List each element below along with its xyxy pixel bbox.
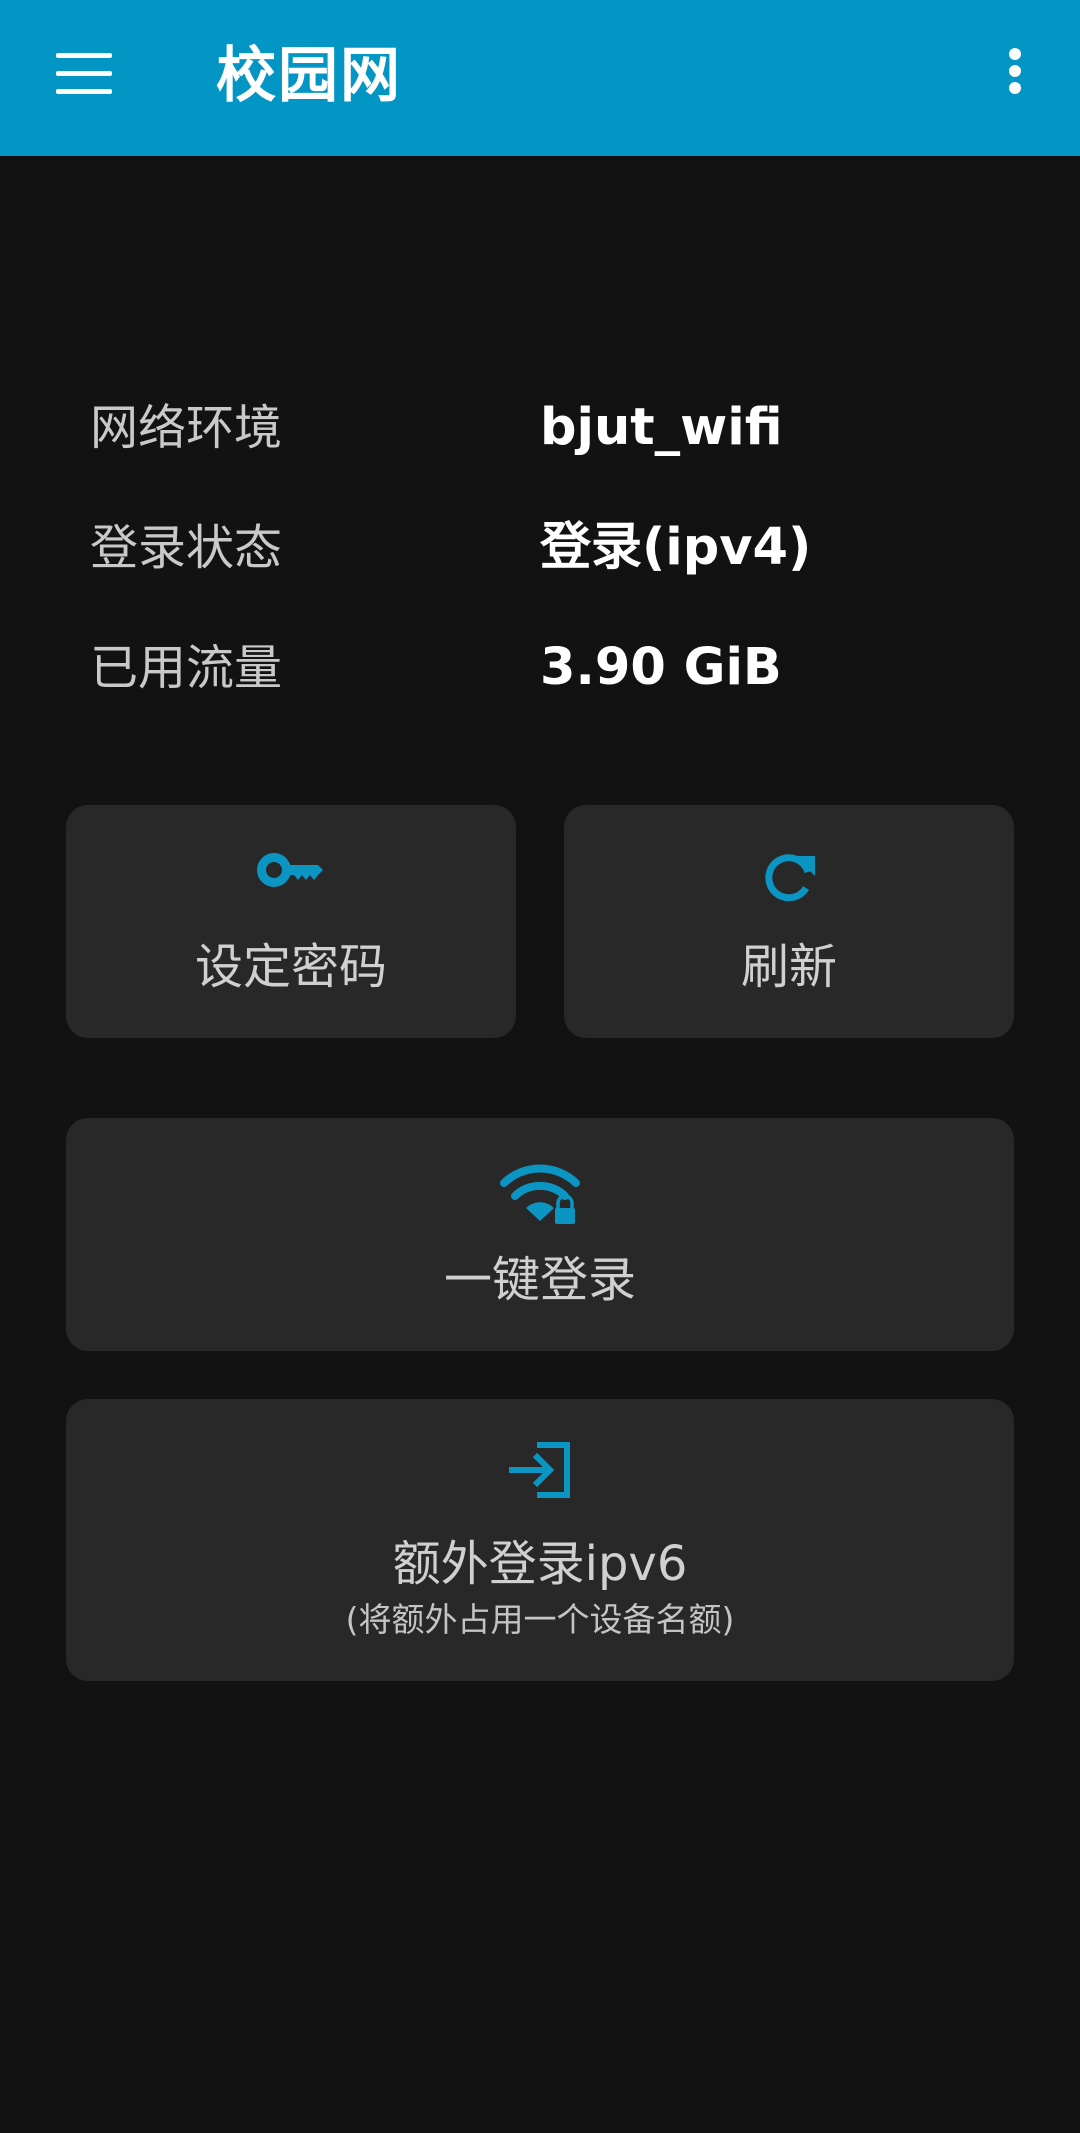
- set-password-label: 设定密码: [194, 939, 387, 995]
- one-click-login-label: 一键登录: [443, 1252, 636, 1308]
- network-environment-value: bjut_wifi: [540, 398, 783, 457]
- one-click-login-button[interactable]: 一键登录: [66, 1118, 1014, 1351]
- login-status-value: 登录(ipv4): [540, 518, 812, 577]
- app-title: 校园网: [216, 41, 402, 111]
- login-status-row: 登录状态 登录(ipv4): [90, 508, 1010, 588]
- data-usage-row: 已用流量 3.90 GiB: [90, 628, 1010, 708]
- refresh-icon: [761, 850, 817, 906]
- key-icon: [256, 847, 326, 893]
- extra-login-ipv6-sublabel: (将额外占用一个设备名额): [345, 1600, 735, 1639]
- login-icon: [507, 1441, 573, 1499]
- wifi-lock-icon: [500, 1163, 580, 1227]
- extra-login-ipv6-button[interactable]: 额外登录ipv6 (将额外占用一个设备名额): [66, 1399, 1014, 1681]
- refresh-label: 刷新: [740, 939, 837, 995]
- login-status-label: 登录状态: [90, 520, 283, 576]
- set-password-button[interactable]: 设定密码: [66, 805, 516, 1038]
- data-usage-label: 已用流量: [90, 640, 283, 696]
- refresh-button[interactable]: 刷新: [564, 805, 1014, 1038]
- app-bar: 校园网: [0, 0, 1080, 156]
- navigation-menu-button[interactable]: [38, 38, 130, 108]
- network-environment-row: 网络环境 bjut_wifi: [90, 388, 1010, 468]
- overflow-menu-button[interactable]: [980, 38, 1050, 118]
- data-usage-value: 3.90 GiB: [540, 638, 782, 697]
- extra-login-ipv6-label: 额外登录ipv6: [392, 1536, 688, 1592]
- network-environment-label: 网络环境: [90, 400, 283, 456]
